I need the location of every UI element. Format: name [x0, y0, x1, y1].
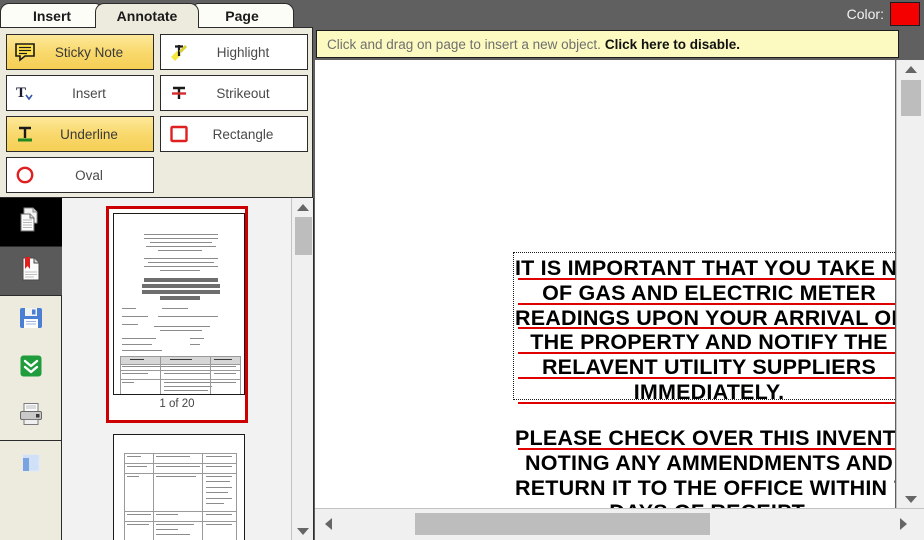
paragraph-1-line-3: READINGS UPON YOUR ARRIVAL OF — [515, 306, 895, 331]
doc-horizontal-scroll-thumb[interactable] — [415, 513, 710, 535]
tool-strikeout-label: Strikeout — [216, 85, 270, 101]
tool-oval[interactable]: Oval — [6, 157, 154, 193]
doc-scroll-down-button[interactable] — [897, 490, 924, 508]
paragraph-2-line-4: DAYS OF RECEIPT. — [515, 500, 895, 508]
doc-vertical-scroll-thumb[interactable] — [901, 80, 921, 116]
thumbnail-scrollbar[interactable] — [291, 198, 313, 540]
tool-rectangle[interactable]: Rectangle — [160, 116, 308, 152]
thumbnail-caption-1: 1 of 20 — [159, 398, 195, 410]
caret-up-icon — [905, 65, 917, 73]
rail-item-pages[interactable] — [0, 198, 62, 246]
bookmark-page-icon — [18, 255, 44, 288]
caret-up-icon — [297, 203, 309, 211]
paragraph-2-line-1: PLEASE CHECK OVER THIS INVENTORY — [515, 426, 895, 451]
paragraph-1-line-4: THE PROPERTY AND NOTIFY THE — [515, 330, 895, 355]
paragraph-2-line-2: NOTING ANY AMMENDMENTS AND — [525, 450, 893, 475]
tool-underline[interactable]: Underline — [6, 116, 154, 152]
caret-right-icon — [899, 518, 907, 530]
rail-item-print[interactable] — [0, 392, 62, 440]
thumbnail-scroll-down-button[interactable] — [292, 522, 313, 540]
tab-page-label: Page — [225, 8, 259, 24]
color-picker-label: Color: — [846, 6, 884, 22]
thumbnail-scroll-thumb[interactable] — [295, 217, 312, 255]
svg-text:T: T — [16, 85, 26, 101]
insert-object-notice[interactable]: Click and drag on page to insert a new o… — [316, 30, 899, 58]
tool-insert[interactable]: T Insert — [6, 75, 154, 111]
thumbnail-page-1[interactable]: 1 of 20 — [62, 206, 292, 423]
tool-sticky-note-label: Sticky Note — [54, 44, 124, 60]
pdf-editor-window: Insert Annotate Page Color: Sticky Note … — [0, 0, 924, 540]
sticky-note-icon — [7, 35, 43, 69]
thumbnail-page-preview — [113, 213, 245, 395]
strikeout-icon — [161, 76, 197, 110]
document-page: IT IS IMPORTANT THAT YOU TAKE NOTE OF GA… — [315, 60, 895, 508]
tab-annotate[interactable]: Annotate — [95, 3, 199, 28]
document-paragraph-1: IT IS IMPORTANT THAT YOU TAKE NOTE OF GA… — [515, 256, 895, 405]
paragraph-2-line-3: RETURN IT TO THE OFFICE WITHIN 7 — [515, 475, 895, 500]
save-floppy-icon — [18, 305, 44, 336]
tab-page[interactable]: Page — [190, 3, 294, 28]
thumbnail-frame: 1 of 20 — [106, 206, 248, 423]
document-horizontal-scrollbar[interactable] — [315, 508, 924, 540]
top-bar: Insert Annotate Page Color: — [0, 0, 924, 28]
doc-scroll-left-button[interactable] — [317, 509, 339, 539]
thumbnail-scroll-up-button[interactable] — [292, 198, 313, 216]
notice-text: Click and drag on page to insert a new o… — [327, 36, 601, 52]
doc-scroll-right-button[interactable] — [892, 509, 914, 539]
tool-rectangle-label: Rectangle — [212, 126, 274, 142]
tool-highlight[interactable]: Highlight — [160, 34, 308, 70]
thumbnail-panel: 1 of 20 — [62, 198, 314, 540]
tab-insert-label: Insert — [32, 8, 72, 24]
tab-bar: Insert Annotate Page — [0, 0, 294, 28]
oval-icon — [7, 158, 43, 192]
thumbnail-page-2[interactable] — [62, 427, 292, 540]
thumbnail-page-preview — [113, 434, 245, 540]
download-icon — [19, 354, 43, 383]
rail-item-bookmarks[interactable] — [0, 247, 62, 295]
tab-annotate-label: Annotate — [116, 8, 178, 24]
rail-item-save[interactable] — [0, 296, 62, 344]
color-picker: Color: — [847, 0, 924, 28]
tool-underline-label: Underline — [60, 126, 118, 142]
tab-insert[interactable]: Insert — [0, 3, 104, 28]
print-icon — [18, 402, 44, 431]
caret-down-icon — [905, 495, 917, 503]
rail-item-page-layout[interactable] — [0, 441, 62, 489]
page-layout-icon — [19, 451, 43, 480]
annotate-tool-panel: Sticky Note Highlight T Insert Strikeout… — [0, 27, 313, 198]
paragraph-1-line-1: IT IS IMPORTANT THAT YOU TAKE NOTE — [515, 256, 895, 281]
notice-disable-link[interactable]: Click here to disable. — [605, 37, 740, 52]
caret-left-icon — [324, 518, 332, 530]
document-vertical-scrollbar[interactable] — [896, 60, 924, 508]
underline-icon — [7, 117, 43, 151]
tool-strikeout[interactable]: Strikeout — [160, 75, 308, 111]
thumbnail-frame — [106, 427, 248, 540]
caret-down-icon — [297, 527, 309, 535]
tool-insert-label: Insert — [72, 85, 106, 101]
paragraph-1-line-5: RELAVENT UTILITY SUPPLIERS — [515, 355, 895, 380]
tool-oval-label: Oval — [75, 167, 103, 183]
doc-scroll-up-button[interactable] — [897, 60, 924, 78]
annotate-tool-grid: Sticky Note Highlight T Insert Strikeout… — [0, 28, 312, 193]
insert-text-icon: T — [7, 76, 43, 110]
pages-icon — [18, 206, 44, 239]
tool-highlight-label: Highlight — [216, 44, 270, 60]
paragraph-1-line-6: IMMEDIATELY. — [515, 380, 895, 405]
highlight-icon — [161, 35, 197, 69]
rail-item-download[interactable] — [0, 344, 62, 392]
tool-sticky-note[interactable]: Sticky Note — [6, 34, 154, 70]
paragraph-1-line-2: OF GAS AND ELECTRIC METER — [515, 281, 895, 306]
left-icon-rail — [0, 198, 62, 540]
color-swatch[interactable] — [890, 2, 920, 26]
rectangle-icon — [161, 117, 197, 151]
thumbnail-list: 1 of 20 — [62, 198, 292, 540]
document-viewport[interactable]: IT IS IMPORTANT THAT YOU TAKE NOTE OF GA… — [315, 60, 895, 508]
document-paragraph-2: PLEASE CHECK OVER THIS INVENTORY NOTING … — [515, 426, 895, 508]
